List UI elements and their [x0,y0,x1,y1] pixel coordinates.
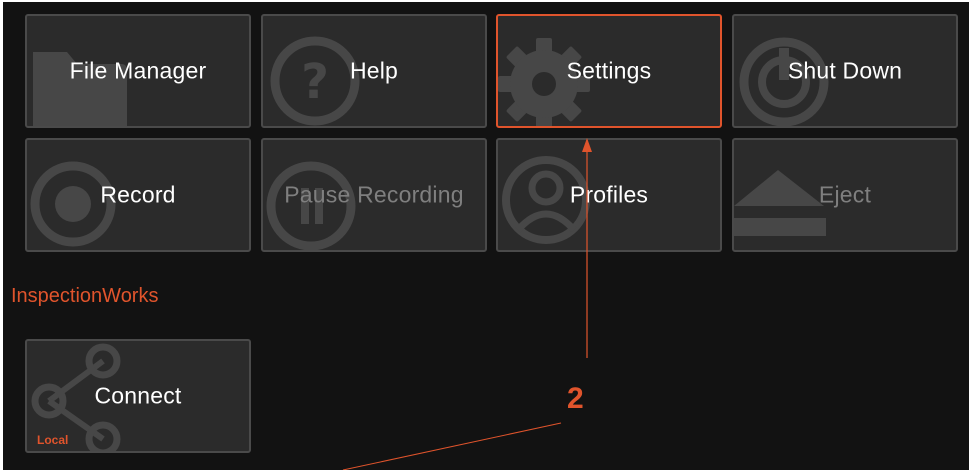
local-badge: Local [37,433,69,447]
shut-down-button[interactable]: Shut Down [732,14,958,128]
pause-recording-label: Pause Recording [284,181,464,208]
settings-label: Settings [566,57,652,84]
eject-label: Eject [818,181,872,208]
eject-button[interactable]: Eject [732,138,958,252]
profiles-button[interactable]: Profiles [496,138,722,252]
main-menu-screen: File Manager ? Help Settings Shut Down R… [3,2,969,470]
callout-number: 2 [567,382,584,415]
connect-label: Connect [94,382,182,409]
settings-button[interactable]: Settings [496,14,722,128]
pause-recording-button[interactable]: Pause Recording [261,138,487,252]
file-manager-label: File Manager [69,57,207,84]
inspectionworks-heading: InspectionWorks [11,285,159,307]
help-button[interactable]: ? Help [261,14,487,128]
profiles-label: Profiles [569,181,649,208]
file-manager-button[interactable]: File Manager [25,14,251,128]
connect-button[interactable]: Connect Local [25,339,251,453]
record-label: Record [100,181,176,208]
shut-down-label: Shut Down [787,57,903,84]
record-button[interactable]: Record [25,138,251,252]
help-label: Help [349,57,399,84]
